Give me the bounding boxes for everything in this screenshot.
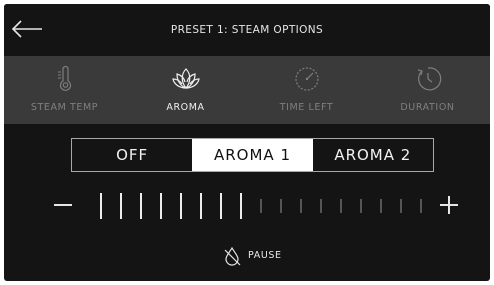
tick-filled bbox=[160, 193, 162, 219]
pause-label: PAUSE bbox=[248, 250, 282, 261]
tick-filled bbox=[120, 193, 122, 219]
tick-filled bbox=[240, 193, 242, 219]
pause-button[interactable]: PAUSE bbox=[222, 245, 292, 267]
tab-time-left[interactable]: TIME LEFT bbox=[246, 56, 367, 124]
clock-refresh-icon bbox=[417, 67, 441, 91]
steam-options-screen: PRESET 1: STEAM OPTIONS STEAM TEMP AROMA bbox=[4, 4, 490, 281]
tick-filled bbox=[200, 193, 202, 219]
tab-label: AROMA bbox=[166, 102, 205, 113]
tab-bar: STEAM TEMP AROMA TIME LEFT DURATION bbox=[4, 56, 490, 124]
tab-label: STEAM TEMP bbox=[30, 102, 99, 113]
tick-empty bbox=[360, 199, 362, 213]
tick-empty bbox=[280, 199, 282, 213]
tick-empty bbox=[340, 199, 342, 213]
decrease-button[interactable] bbox=[54, 204, 72, 206]
increase-button[interactable] bbox=[440, 196, 458, 214]
page-title: PRESET 1: STEAM OPTIONS bbox=[170, 24, 324, 36]
tick-filled bbox=[140, 193, 142, 219]
tick-empty bbox=[400, 199, 402, 213]
option-aroma-2[interactable]: AROMA 2 bbox=[313, 139, 433, 171]
aroma-selector: OFF AROMA 1 AROMA 2 bbox=[71, 138, 434, 172]
tick-empty bbox=[320, 199, 322, 213]
tick-filled bbox=[100, 193, 102, 219]
timer-dial-icon bbox=[294, 67, 319, 91]
pause-drop-icon bbox=[224, 246, 241, 266]
tab-label: TIME LEFT bbox=[279, 102, 334, 113]
aroma-intensity-slider bbox=[44, 191, 464, 221]
tick-filled bbox=[220, 193, 222, 219]
tick-empty bbox=[420, 199, 422, 213]
tab-aroma[interactable]: AROMA bbox=[125, 56, 246, 124]
option-aroma-1[interactable]: AROMA 1 bbox=[192, 139, 313, 171]
tick-empty bbox=[300, 199, 302, 213]
tick-empty bbox=[260, 199, 262, 213]
thermometer-icon bbox=[57, 65, 71, 91]
lotus-icon bbox=[171, 68, 200, 89]
tab-steam-temp[interactable]: STEAM TEMP bbox=[4, 56, 125, 124]
tab-label: DURATION bbox=[400, 102, 455, 113]
tick-empty bbox=[380, 199, 382, 213]
tick-filled bbox=[180, 193, 182, 219]
header: PRESET 1: STEAM OPTIONS bbox=[4, 4, 490, 56]
level-track[interactable] bbox=[100, 191, 422, 221]
option-off[interactable]: OFF bbox=[72, 139, 192, 171]
tab-duration[interactable]: DURATION bbox=[367, 56, 488, 124]
